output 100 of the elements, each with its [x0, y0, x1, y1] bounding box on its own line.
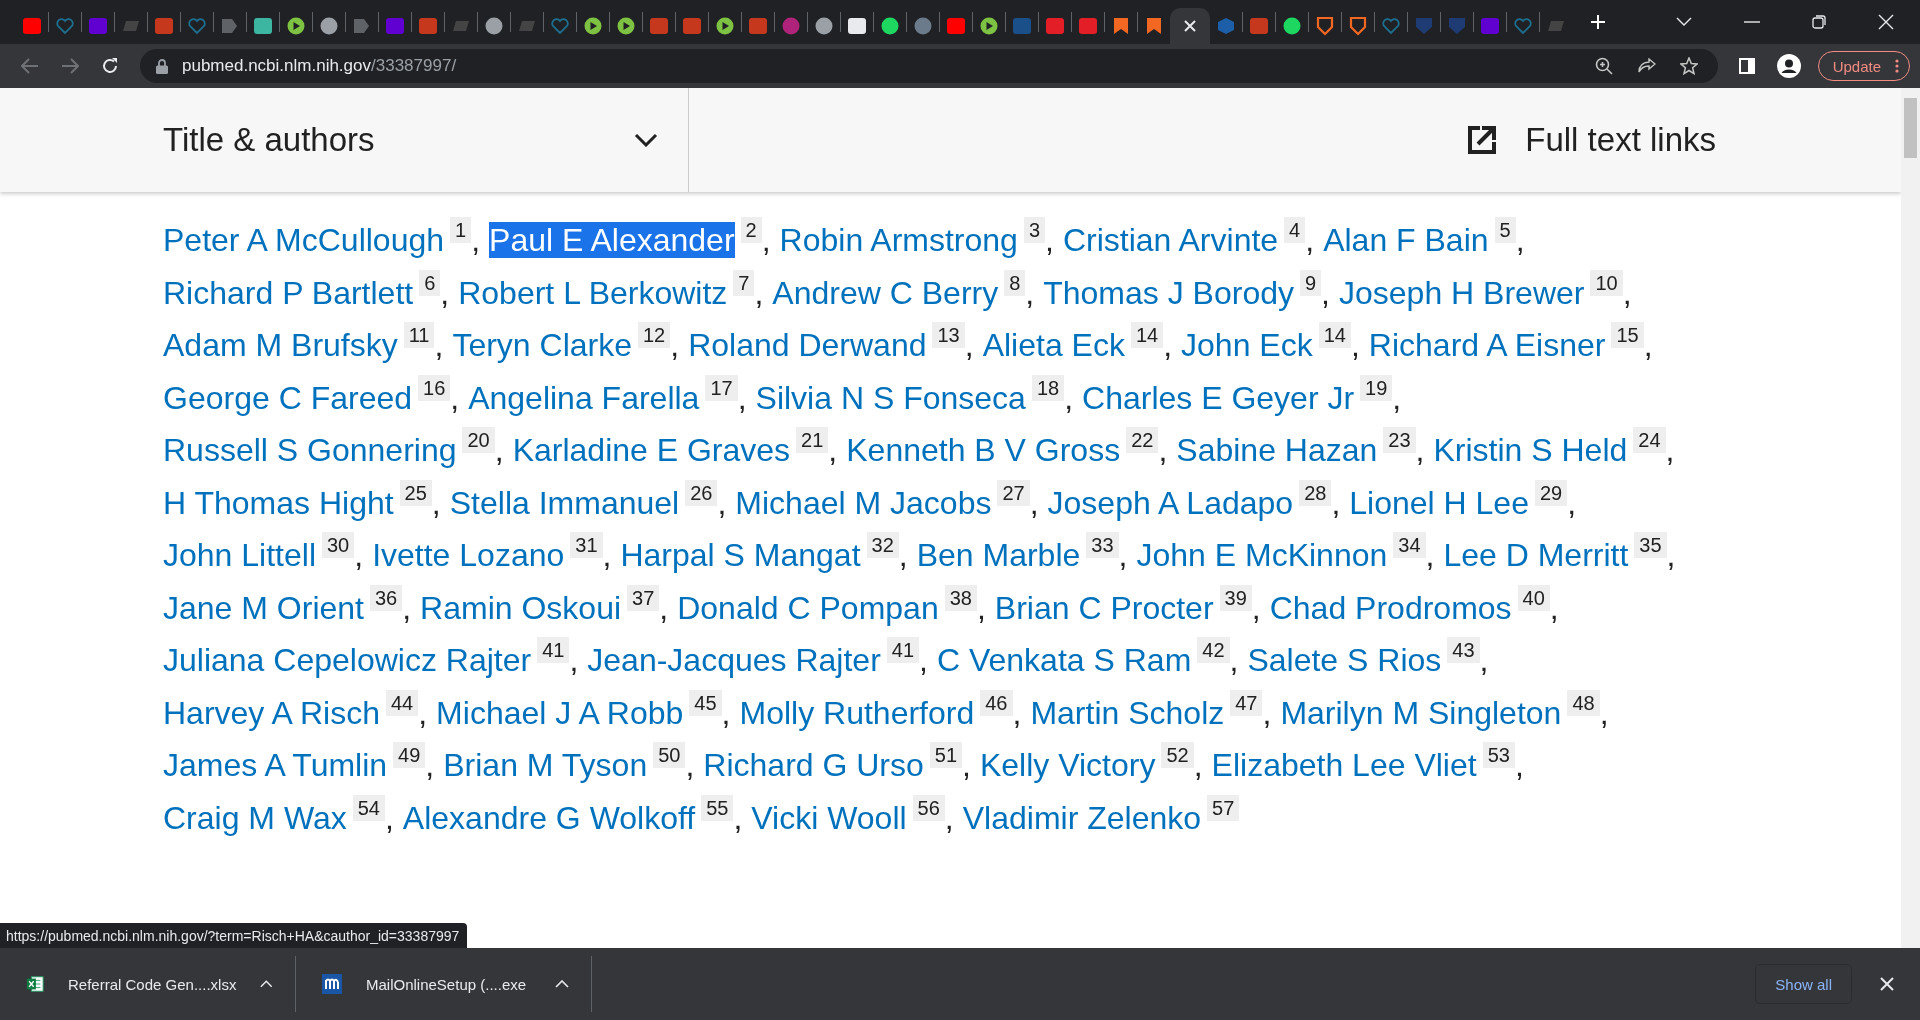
affiliation-number[interactable]: 14 [1130, 322, 1164, 348]
author-link[interactable]: Silvia N S Fonseca [755, 379, 1026, 416]
affiliation-number[interactable]: 30 [322, 532, 355, 558]
affiliation-number[interactable]: 23 [1383, 427, 1416, 453]
affiliation-number[interactable]: 24 [1633, 427, 1666, 453]
author-link[interactable]: Kristin S Held [1433, 432, 1628, 468]
affiliation-number[interactable]: 56 [912, 794, 945, 821]
affiliation-number[interactable]: 47 [1230, 689, 1263, 716]
author-link[interactable]: Michael M Jacobs [735, 484, 992, 521]
affiliation-number[interactable]: 11 [403, 322, 435, 348]
affiliation-number[interactable]: 14 [1318, 322, 1351, 348]
chevron-down-icon[interactable] [1676, 17, 1692, 27]
author-link[interactable]: Kenneth B V Gross [846, 432, 1121, 468]
affiliation-number[interactable]: 2 [740, 217, 762, 243]
author-link[interactable]: Michael J A Robb [436, 694, 684, 731]
author-link[interactable]: Martin Scholz [1030, 694, 1225, 731]
affiliation-number[interactable]: 29 [1534, 479, 1568, 506]
affiliation-number[interactable]: 39 [1219, 584, 1252, 611]
affiliation-number[interactable]: 41 [886, 637, 920, 663]
author-link[interactable]: Roland Derwand [688, 327, 927, 363]
affiliation-number[interactable]: 54 [352, 794, 385, 821]
scrollbar[interactable] [1901, 88, 1920, 948]
author-link[interactable]: Sabine Hazan [1176, 432, 1378, 468]
chevron-up-icon[interactable] [555, 980, 569, 988]
affiliation-number[interactable]: 19 [1360, 374, 1393, 401]
affiliation-number[interactable]: 31 [570, 532, 603, 558]
affiliation-number[interactable]: 42 [1197, 637, 1230, 663]
author-link[interactable]: Molly Rutherford [739, 694, 975, 731]
author-link[interactable]: Joseph H Brewer [1339, 274, 1585, 311]
affiliation-number[interactable]: 36 [369, 584, 403, 611]
affiliation-number[interactable]: 22 [1126, 427, 1159, 453]
affiliation-number[interactable]: 41 [537, 637, 570, 663]
show-all-button[interactable]: Show all [1755, 964, 1852, 1004]
affiliation-number[interactable]: 45 [689, 689, 722, 716]
affiliation-number[interactable]: 25 [399, 479, 432, 506]
zoom-icon[interactable] [1594, 57, 1613, 75]
affiliation-number[interactable]: 37 [627, 584, 660, 611]
affiliation-number[interactable]: 44 [385, 689, 419, 716]
author-link[interactable]: James A Tumlin [163, 747, 388, 783]
author-link[interactable]: Joseph A Ladapo [1047, 484, 1294, 521]
title-authors-dropdown[interactable]: Title & authors [0, 88, 689, 192]
affiliation-number[interactable]: 18 [1031, 374, 1065, 401]
affiliation-number[interactable]: 49 [393, 742, 426, 768]
download-item[interactable]: Referral Code Gen....xlsx [0, 974, 295, 994]
affiliation-number[interactable]: 50 [653, 742, 686, 768]
author-link[interactable]: Lionel H Lee [1349, 484, 1529, 521]
affiliation-number[interactable]: 57 [1207, 794, 1240, 821]
author-link[interactable]: Richard G Urso [703, 747, 924, 783]
affiliation-number[interactable]: 3 [1023, 217, 1046, 243]
affiliation-number[interactable]: 32 [866, 532, 899, 558]
author-link[interactable]: Robert L Berkowitz [458, 274, 728, 311]
affiliation-number[interactable]: 48 [1567, 689, 1600, 716]
author-link[interactable]: Teryn Clarke [452, 327, 632, 363]
affiliation-number[interactable]: 51 [929, 742, 963, 768]
close-icon[interactable] [1878, 14, 1894, 30]
author-link[interactable]: Salete S Rios [1247, 642, 1442, 678]
author-link[interactable]: Vicki Wooll [751, 799, 907, 836]
author-link[interactable]: Peter A McCullough [163, 222, 445, 258]
author-link[interactable]: John E McKinnon [1136, 537, 1388, 573]
affiliation-number[interactable]: 5 [1494, 217, 1516, 243]
close-icon[interactable] [1880, 977, 1894, 991]
affiliation-number[interactable]: 38 [944, 584, 977, 611]
star-icon[interactable] [1679, 57, 1698, 75]
affiliation-number[interactable]: 21 [796, 427, 829, 453]
author-link[interactable]: Elizabeth Lee Vliet [1211, 747, 1477, 783]
affiliation-number[interactable]: 13 [932, 322, 965, 348]
author-link[interactable]: John Littell [163, 537, 316, 573]
author-link[interactable]: Charles E Geyer Jr [1082, 379, 1355, 416]
author-link[interactable]: Brian M Tyson [443, 747, 648, 783]
author-link[interactable]: Paul E Alexander [489, 222, 735, 258]
new-tab-icon[interactable] [1590, 14, 1606, 30]
author-link[interactable]: Stella Immanuel [449, 484, 680, 521]
affiliation-number[interactable]: 10 [1590, 269, 1623, 296]
side-panel-icon[interactable] [1738, 58, 1755, 74]
chevron-up-icon[interactable] [260, 980, 273, 988]
affiliation-number[interactable]: 27 [997, 479, 1030, 506]
affiliation-number[interactable]: 6 [419, 269, 441, 296]
author-link[interactable]: Ivette Lozano [372, 537, 565, 573]
author-link[interactable]: Marilyn M Singleton [1280, 694, 1562, 731]
author-link[interactable]: Karladine E Graves [512, 432, 791, 468]
author-link[interactable]: Adam M Brufsky [163, 327, 398, 363]
affiliation-number[interactable]: 9 [1300, 269, 1322, 296]
affiliation-number[interactable]: 43 [1447, 637, 1480, 663]
affiliation-number[interactable]: 17 [705, 374, 738, 401]
full-text-links-button[interactable]: Full text links [689, 88, 1901, 192]
affiliation-number[interactable]: 53 [1482, 742, 1515, 768]
address-bar[interactable]: pubmed.ncbi.nlm.nih.gov/33387997/ [140, 49, 1718, 83]
affiliation-number[interactable]: 46 [980, 689, 1013, 716]
author-link[interactable]: Lee D Merritt [1443, 537, 1629, 573]
affiliation-number[interactable]: 7 [733, 269, 755, 296]
affiliation-number[interactable]: 15 [1611, 322, 1644, 348]
author-link[interactable]: George C Fareed [163, 379, 412, 416]
author-link[interactable]: Alexandre G Wolkoff [402, 799, 696, 836]
author-link[interactable]: Alieta Eck [982, 327, 1125, 363]
back-icon[interactable] [21, 58, 39, 74]
author-link[interactable]: Chad Prodromos [1269, 589, 1512, 626]
affiliation-number[interactable]: 1 [450, 217, 472, 243]
reload-icon[interactable] [101, 57, 119, 75]
author-link[interactable]: John Eck [1181, 327, 1313, 363]
author-link[interactable]: Robin Armstrong [779, 222, 1018, 258]
